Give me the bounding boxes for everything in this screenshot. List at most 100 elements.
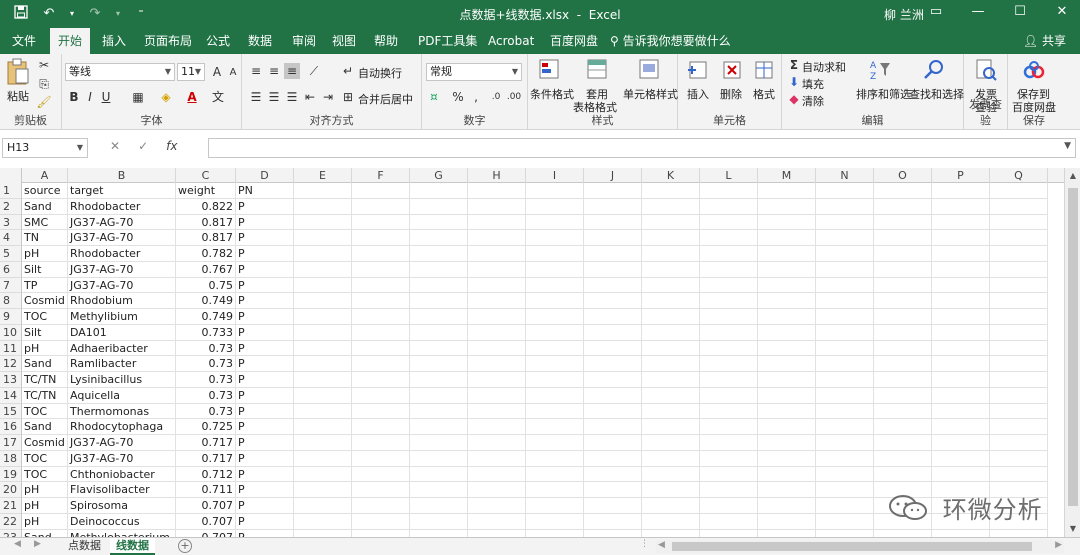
cell[interactable]: 0.712 [176,466,236,483]
merge-center-icon[interactable]: ⊞ [340,89,356,105]
scroll-down-icon[interactable]: ▼ [1065,521,1080,537]
cell[interactable] [410,340,468,357]
cell[interactable] [468,450,526,467]
align-center-icon[interactable]: ☰ [266,89,282,105]
cell[interactable] [990,309,1048,325]
cell[interactable]: P [236,435,294,451]
cell[interactable] [816,387,874,404]
tab-11[interactable]: 百度网盘 [542,28,606,54]
cell[interactable] [294,529,352,537]
insert-cells-icon[interactable] [686,58,710,82]
cell[interactable]: 0.767 [176,261,236,278]
cell[interactable]: pH [22,513,68,530]
tab-6[interactable]: 审阅 [284,28,324,54]
cell[interactable] [700,435,758,451]
format-as-table-icon[interactable] [586,58,610,82]
cell[interactable]: 0.707 [176,529,236,537]
column-header[interactable]: L [700,168,758,183]
cell[interactable] [874,214,932,231]
cell[interactable] [526,214,584,231]
cell[interactable] [352,466,410,483]
tab-4[interactable]: 公式 [198,28,238,54]
autosum-label[interactable]: 自动求和 [802,59,846,75]
cell[interactable] [584,372,642,388]
font-name-dropdown[interactable]: 等线 ▼ [65,63,175,81]
cell[interactable]: 0.749 [176,309,236,325]
cell[interactable] [294,403,352,420]
cell[interactable] [526,261,584,278]
minimize-icon[interactable]: — [970,4,986,19]
align-middle-icon[interactable]: ≡ [266,63,282,79]
cell[interactable] [874,387,932,404]
cell[interactable] [294,498,352,514]
cell[interactable] [990,261,1048,278]
cell[interactable]: P [236,387,294,404]
cell[interactable] [990,450,1048,467]
cell[interactable] [932,198,990,215]
row-header[interactable]: 15 [0,403,22,420]
cell[interactable] [352,372,410,388]
cell[interactable]: 0.75 [176,277,236,294]
cell[interactable] [584,198,642,215]
cell[interactable] [816,435,874,451]
cell[interactable] [932,529,990,537]
cell[interactable]: pH [22,482,68,498]
cell[interactable] [700,230,758,246]
cell[interactable] [584,309,642,325]
cell[interactable] [642,293,700,309]
cell[interactable] [526,403,584,420]
cell[interactable]: P [236,277,294,294]
increase-decimal-icon[interactable]: .0 [488,89,504,105]
grow-font-button[interactable]: A [209,64,225,80]
row-header[interactable]: 19 [0,466,22,483]
italic-button[interactable]: I [82,89,98,105]
cell[interactable] [584,277,642,294]
cell[interactable] [874,277,932,294]
cell[interactable]: P [236,450,294,467]
cell[interactable] [468,183,526,199]
cell[interactable]: pH [22,340,68,357]
cell[interactable] [526,466,584,483]
cell[interactable] [410,214,468,231]
cell[interactable] [526,435,584,451]
cell[interactable] [700,324,758,341]
cell[interactable] [294,513,352,530]
cell[interactable] [410,246,468,262]
cell[interactable] [932,183,990,199]
cell[interactable] [584,403,642,420]
cell[interactable] [642,183,700,199]
cell[interactable] [410,466,468,483]
cell[interactable] [352,435,410,451]
cell[interactable] [294,419,352,435]
cell[interactable]: P [236,513,294,530]
cell[interactable] [758,403,816,420]
vertical-scrollbar[interactable]: ▲ ▼ [1064,168,1080,537]
cell[interactable] [816,324,874,341]
cell[interactable] [468,435,526,451]
cell[interactable]: JG37-AG-70 [68,230,176,246]
cell[interactable] [990,277,1048,294]
cell[interactable] [294,466,352,483]
cell[interactable]: Ramlibacter [68,356,176,372]
cell[interactable]: JG37-AG-70 [68,435,176,451]
cell[interactable] [584,340,642,357]
cell[interactable] [410,277,468,294]
cell[interactable] [352,513,410,530]
tab-7[interactable]: 视图 [324,28,364,54]
merge-center-label[interactable]: 合并后居中 [358,91,413,107]
row-header[interactable]: 4 [0,230,22,246]
font-color-icon[interactable]: A [184,89,200,105]
cell[interactable]: P [236,246,294,262]
cell[interactable] [874,183,932,199]
cell[interactable] [642,482,700,498]
cell[interactable] [294,277,352,294]
cell[interactable] [874,419,932,435]
column-header[interactable]: G [410,168,468,183]
cell[interactable] [584,356,642,372]
align-right-icon[interactable]: ☰ [284,89,300,105]
cell[interactable] [642,198,700,215]
tab-3[interactable]: 页面布局 [136,28,200,54]
number-format-dropdown[interactable]: 常规 ▼ [426,63,522,81]
cell[interactable]: P [236,372,294,388]
invoice-check-icon[interactable] [974,58,998,82]
